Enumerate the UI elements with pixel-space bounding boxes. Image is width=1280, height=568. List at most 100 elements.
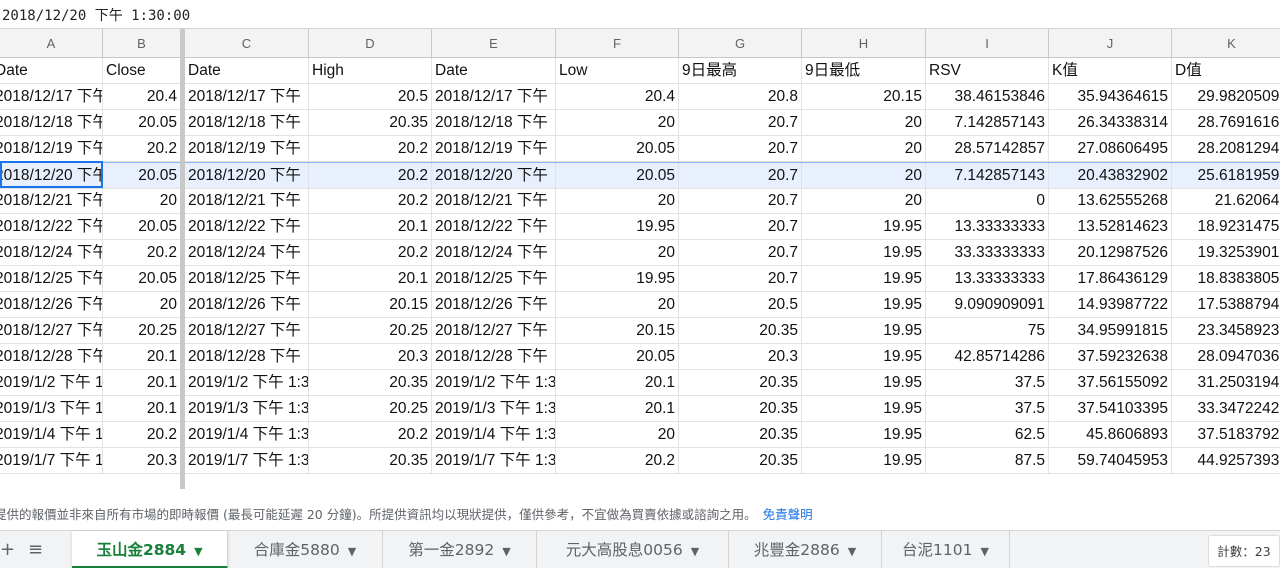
table-cell[interactable]: 19.95 [556, 266, 679, 292]
table-cell[interactable]: 19.95 [802, 266, 926, 292]
table-cell[interactable]: 20.35 [679, 448, 802, 474]
table-cell[interactable]: 20.1 [309, 214, 432, 240]
table-cell[interactable]: 20.05 [103, 214, 181, 240]
table-cell[interactable]: 29.98205099 [1172, 84, 1280, 110]
table-cell[interactable]: 2018/12/17 下午 [185, 84, 309, 110]
table-cell[interactable]: 2018/12/19 下午 [432, 136, 556, 162]
header-cell[interactable]: K值 [1049, 58, 1172, 84]
table-cell[interactable]: 28.76916161 [1172, 110, 1280, 136]
table-cell[interactable]: 2018/12/22 下午 [185, 214, 309, 240]
header-cell[interactable]: 9日最低 [802, 58, 926, 84]
header-cell[interactable]: Date [432, 58, 556, 84]
table-cell[interactable]: 2018/12/24 下午 [432, 240, 556, 266]
table-cell[interactable]: 20.1 [103, 370, 181, 396]
table-cell[interactable]: 37.5 [926, 370, 1049, 396]
column-header-b[interactable]: B [103, 29, 181, 58]
table-cell[interactable]: 2018/12/28 下午 [0, 344, 103, 370]
chevron-down-icon[interactable]: ▼ [502, 545, 510, 558]
table-cell[interactable]: 20.05 [556, 163, 679, 189]
formula-bar[interactable]: 2018/12/20 下午 1:30:00 [0, 0, 1280, 29]
header-cell[interactable]: Date [0, 58, 103, 84]
header-cell[interactable]: Date [185, 58, 309, 84]
table-cell[interactable]: 23.34589233 [1172, 318, 1280, 344]
table-cell[interactable]: 2018/12/26 下午 [0, 292, 103, 318]
chevron-down-icon[interactable]: ▼ [848, 545, 856, 558]
table-cell[interactable]: 2018/12/22 下午 [0, 214, 103, 240]
table-cell[interactable]: 20.35 [309, 370, 432, 396]
table-cell[interactable]: 20.2 [309, 240, 432, 266]
table-cell[interactable]: 25.61819595 [1172, 163, 1280, 189]
column-header-j[interactable]: J [1049, 29, 1172, 58]
table-cell[interactable]: 20.25 [309, 318, 432, 344]
table-cell[interactable]: 2019/1/3 下午 1:3 [185, 396, 309, 422]
sheet-tab[interactable]: 玉山金2884 ▼ [72, 531, 228, 568]
table-cell[interactable]: 2018/12/21 下午 [432, 188, 556, 214]
table-cell[interactable]: 13.62555268 [1049, 188, 1172, 214]
table-cell[interactable]: 37.51837922 [1172, 422, 1280, 448]
table-cell[interactable]: 2018/12/26 下午 [432, 292, 556, 318]
table-cell[interactable]: 2019/1/7 下午 1 [0, 448, 103, 474]
chevron-down-icon[interactable]: ▼ [348, 545, 356, 558]
table-cell[interactable]: 20.35 [679, 396, 802, 422]
table-cell[interactable]: 37.59232638 [1049, 344, 1172, 370]
table-cell[interactable]: 19.95 [802, 344, 926, 370]
table-cell[interactable]: 28.20812942 [1172, 136, 1280, 162]
table-cell[interactable]: 62.5 [926, 422, 1049, 448]
table-cell[interactable]: 7.142857143 [926, 110, 1049, 136]
table-cell[interactable]: 13.33333333 [926, 266, 1049, 292]
table-cell[interactable]: 0 [926, 188, 1049, 214]
table-cell[interactable]: 20.5 [309, 84, 432, 110]
selection-count-badge[interactable]: 計數：23 [1208, 535, 1280, 567]
header-cell[interactable]: RSV [926, 58, 1049, 84]
table-cell[interactable]: 2018/12/27 下午 [0, 318, 103, 344]
header-cell[interactable]: Low [556, 58, 679, 84]
table-cell[interactable]: 20.2 [309, 422, 432, 448]
table-cell[interactable]: 20.35 [309, 448, 432, 474]
column-header-a[interactable]: A [0, 29, 103, 58]
table-cell[interactable]: 37.5 [926, 396, 1049, 422]
freeze-divider[interactable] [180, 29, 185, 489]
table-cell[interactable]: 2018/12/27 下午 [432, 318, 556, 344]
column-header-c[interactable]: C [185, 29, 309, 58]
table-cell[interactable]: 20 [103, 292, 181, 318]
table-cell[interactable]: 20.43832902 [1049, 163, 1172, 189]
table-cell[interactable]: 2018/12/20 下午 [185, 163, 309, 189]
table-cell[interactable]: 28.09470368 [1172, 344, 1280, 370]
chevron-down-icon[interactable]: ▼ [194, 545, 202, 558]
table-cell[interactable]: 20.05 [103, 110, 181, 136]
table-cell[interactable]: 20.3 [103, 448, 181, 474]
table-cell[interactable]: 2018/12/25 下午 [432, 266, 556, 292]
table-cell[interactable]: 2018/12/17 下午 [0, 84, 103, 110]
table-cell[interactable]: 2019/1/2 下午 1 [0, 370, 103, 396]
table-cell[interactable]: 45.8606893 [1049, 422, 1172, 448]
table-cell[interactable]: 34.95991815 [1049, 318, 1172, 344]
table-cell[interactable]: 31.25031943 [1172, 370, 1280, 396]
table-cell[interactable]: 20.7 [679, 136, 802, 162]
table-cell[interactable]: 20.7 [679, 240, 802, 266]
table-cell[interactable]: 2019/1/3 下午 1:3 [432, 396, 556, 422]
column-header-h[interactable]: H [802, 29, 926, 58]
table-cell[interactable]: 2019/1/4 下午 1 [0, 422, 103, 448]
header-cell[interactable]: Close [103, 58, 181, 84]
table-cell[interactable]: 20.12987526 [1049, 240, 1172, 266]
table-cell[interactable]: 2018/12/21 下午 [185, 188, 309, 214]
table-cell[interactable]: 44.92573938 [1172, 448, 1280, 474]
table-cell[interactable]: 33.34722427 [1172, 396, 1280, 422]
table-cell[interactable]: 2018/12/18 下午 [0, 110, 103, 136]
table-cell[interactable]: 27.08606495 [1049, 136, 1172, 162]
table-cell[interactable]: 20 [556, 292, 679, 318]
sheet-tab[interactable]: 合庫金5880 ▼ [228, 531, 383, 568]
table-cell[interactable]: 20.15 [309, 292, 432, 318]
table-cell[interactable]: 20.8 [679, 84, 802, 110]
table-cell[interactable]: 20.35 [679, 370, 802, 396]
table-cell[interactable]: 2018/12/20 下午 [432, 163, 556, 189]
table-cell[interactable]: 20.35 [679, 422, 802, 448]
table-cell[interactable]: 20.1 [556, 396, 679, 422]
sheet-tab[interactable]: 台泥1101 ▼ [882, 531, 1010, 568]
table-cell[interactable]: 13.52814623 [1049, 214, 1172, 240]
table-cell[interactable]: 38.46153846 [926, 84, 1049, 110]
table-cell[interactable]: 20 [802, 188, 926, 214]
table-cell[interactable]: 20.2 [103, 422, 181, 448]
table-cell[interactable]: 37.54103395 [1049, 396, 1172, 422]
table-cell[interactable]: 20.2 [556, 448, 679, 474]
